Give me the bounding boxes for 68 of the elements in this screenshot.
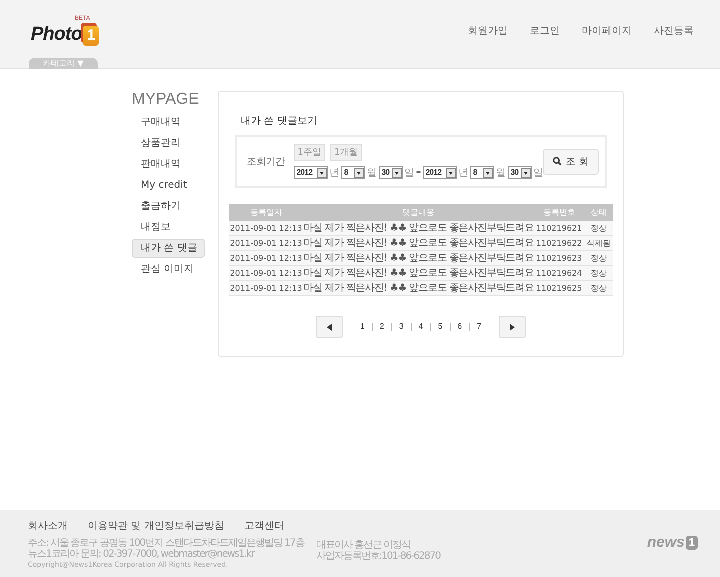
footer-link[interactable]: 회사소개 [28, 519, 68, 533]
unit-label: 년 [330, 166, 340, 180]
table-cell: 2011-09-01 12:13 [229, 280, 304, 296]
sidebar-item[interactable]: 관심 이미지 [132, 260, 205, 279]
page-link[interactable]: 1 [353, 323, 372, 331]
footer-text: 주소: 서울 종로구 공평동 100번지 스탠다드차타드제일은행빌딩 17층 [28, 538, 304, 549]
table-cell: 2011-09-01 12:13 [229, 266, 304, 280]
section-title: 내가 쓴 댓글보기 [241, 115, 318, 128]
page-link[interactable]: 7 [469, 323, 489, 331]
table-cell: 정상 [584, 221, 613, 236]
table-cell: 정상 [584, 280, 613, 296]
table-cell: 2011-09-01 12:13 [229, 221, 304, 236]
search-button[interactable]: 조 회 [543, 148, 599, 174]
table-cell: 정상 [584, 250, 613, 266]
sidebar-item[interactable]: 출금하기 [132, 197, 205, 216]
day-select[interactable]: 30 [508, 166, 532, 179]
page-link[interactable]: 4 [410, 323, 430, 331]
year-select[interactable]: 2012 [422, 166, 457, 179]
sidebar-item[interactable]: 구매내역 [132, 113, 205, 132]
table-cell: 삭제됨 [584, 236, 613, 250]
nav-link[interactable]: 마이페이지 [582, 24, 632, 38]
page-link[interactable]: 5 [430, 323, 450, 331]
footer-link[interactable]: 이용약관 및 개인정보취급방침 [88, 519, 224, 533]
footer-text: 대표이사 홍선근 이정식 [316, 540, 412, 551]
table-cell: 마실 제가 찍은사진! ♣♣ 앞으로도 좋은사진부탁드려요 [304, 250, 534, 266]
footer-logo: news 1 [647, 534, 698, 551]
sidebar-item[interactable]: 내가 쓴 댓글 [132, 239, 205, 258]
unit-label: 일 [534, 166, 544, 180]
table-cell: 마실 제가 찍은사진! ♣♣ 앞으로도 좋은사진부탁드려요 [304, 221, 534, 236]
footer-text: 사업자등록번호:101-86-62870 [316, 551, 440, 562]
nav-link[interactable]: 사진등록 [654, 24, 694, 38]
month-select[interactable]: 8 [341, 166, 366, 179]
page-link[interactable]: 6 [450, 323, 470, 331]
table-cell: 마실 제가 찍은사진! ♣♣ 앞으로도 좋은사진부탁드려요 [304, 280, 534, 296]
table-cell: 정상 [584, 266, 613, 280]
unit-label: 월 [367, 166, 377, 180]
table-cell: 110219621 [534, 221, 585, 236]
table-cell: 2011-09-01 12:13 [229, 250, 304, 266]
unit-label: 년 [458, 166, 468, 180]
column-header: 댓글내용 [304, 204, 534, 221]
table-cell: 110219622 [534, 236, 585, 250]
period-label: 조회기간 [247, 156, 286, 168]
month-select[interactable]: 8 [470, 166, 494, 179]
footer-link[interactable]: 고객센터 [244, 519, 284, 533]
sidebar-item[interactable]: 판매내역 [132, 155, 205, 174]
column-header: 등록번호 [534, 204, 585, 221]
column-header: 등록일자 [229, 204, 304, 221]
table-cell: 마실 제가 찍은사진! ♣♣ 앞으로도 좋은사진부탁드려요 [304, 236, 534, 250]
table-cell: 마실 제가 찍은사진! ♣♣ 앞으로도 좋은사진부탁드려요 [304, 266, 534, 280]
nav-link[interactable]: 로그인 [530, 24, 560, 38]
unit-label: 일 [404, 166, 414, 180]
page-link[interactable]: 2 [372, 323, 392, 331]
unit-label: 월 [496, 166, 506, 180]
table-cell: 110219625 [534, 280, 585, 296]
day-select[interactable]: 30 [378, 166, 403, 179]
sidebar-item[interactable]: 상품관리 [132, 134, 205, 153]
table-cell: 110219623 [534, 250, 585, 266]
range-separator: – [416, 167, 421, 178]
table-cell: 2011-09-01 12:13 [229, 236, 304, 250]
year-select[interactable]: 2012 [294, 166, 328, 179]
footer-text: 뉴스1코리아 문의: 02-397-7000, webmaster@news1.kr [28, 549, 256, 560]
sidebar-title: MYPAGE [132, 91, 200, 109]
table-cell: 110219624 [534, 266, 585, 280]
page-link[interactable]: 3 [391, 323, 411, 331]
sidebar-item[interactable]: 내정보 [132, 218, 205, 237]
column-header: 상태 [584, 204, 613, 221]
sidebar-item[interactable]: My credit [132, 176, 205, 195]
nav-link[interactable]: 회원가입 [468, 24, 508, 38]
